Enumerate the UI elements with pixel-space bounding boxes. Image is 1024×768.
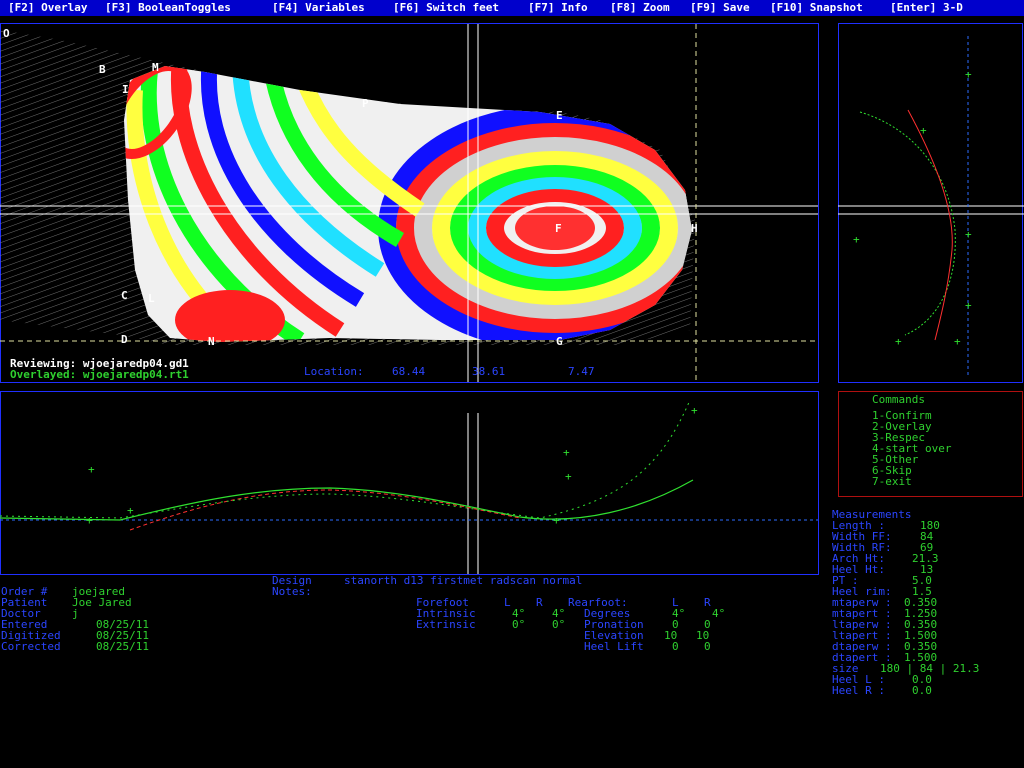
heellift-r: 0 [704, 640, 711, 653]
svg-text:+: + [127, 504, 134, 517]
overlayed-file: Overlayed: wjoejaredp04.rt1 [10, 368, 189, 381]
location-label: Location: [304, 365, 364, 378]
extrinsic-r: 0° [552, 618, 566, 631]
svg-text:+: + [565, 470, 572, 483]
marker-l: L [148, 292, 155, 305]
marker-o: O [3, 27, 10, 40]
marker-m: M [152, 61, 159, 74]
svg-text:+: + [553, 514, 560, 527]
foot-contour-map [124, 66, 692, 342]
marker-h: H [691, 222, 698, 235]
heellift-label: Heel Lift [584, 640, 644, 653]
doctor-value: j [72, 607, 79, 620]
extrinsic-label: Extrinsic [416, 618, 476, 631]
corrected-label: Corrected [1, 640, 61, 653]
measurement-label: Heel R : [832, 684, 885, 697]
svg-text:+: + [920, 124, 927, 137]
degrees-r: 4° [712, 607, 726, 620]
svg-text:+: + [853, 233, 860, 246]
patient-value: Joe Jared [72, 596, 132, 609]
svg-text:+: + [895, 335, 902, 348]
commands-title: Commands [872, 393, 925, 406]
svg-text:+: + [691, 404, 698, 417]
profile-view-panel [0, 391, 819, 575]
forefoot-l-header: L [504, 596, 511, 609]
heellift-l: 0 [672, 640, 679, 653]
notes-label: Notes: [272, 585, 312, 598]
marker-f: F [555, 222, 562, 235]
location-x: 68.44 [392, 365, 426, 378]
svg-text:+: + [88, 463, 95, 476]
svg-text:+: + [965, 68, 972, 81]
svg-text:+: + [563, 446, 570, 459]
design-value: stanorth d13 firstmet radscan normal [344, 574, 583, 587]
marker-e: E [556, 109, 563, 122]
marker-c: C [121, 289, 128, 302]
corrected-value: 08/25/11 [96, 640, 149, 653]
marker-d: D [121, 333, 128, 346]
svg-text:+: + [965, 228, 972, 241]
rearfoot-r-header: R [704, 596, 711, 609]
marker-b: B [99, 63, 106, 76]
marker-p: P [362, 97, 369, 110]
svg-text:+: + [86, 514, 93, 527]
svg-text:+: + [965, 299, 972, 312]
location-z: 7.47 [568, 365, 595, 378]
measurement-value: 0.0 [912, 684, 932, 697]
extrinsic-l: 0° [512, 618, 526, 631]
side-view-panel [838, 23, 1023, 383]
location-y: 38.61 [472, 365, 506, 378]
svg-text:+: + [954, 335, 961, 348]
forefoot-r-header: R [536, 596, 543, 609]
marker-g: G [556, 335, 563, 348]
marker-n: N [208, 335, 215, 348]
marker-i: I [122, 83, 129, 96]
command-exit[interactable]: 7-exit [872, 476, 912, 487]
